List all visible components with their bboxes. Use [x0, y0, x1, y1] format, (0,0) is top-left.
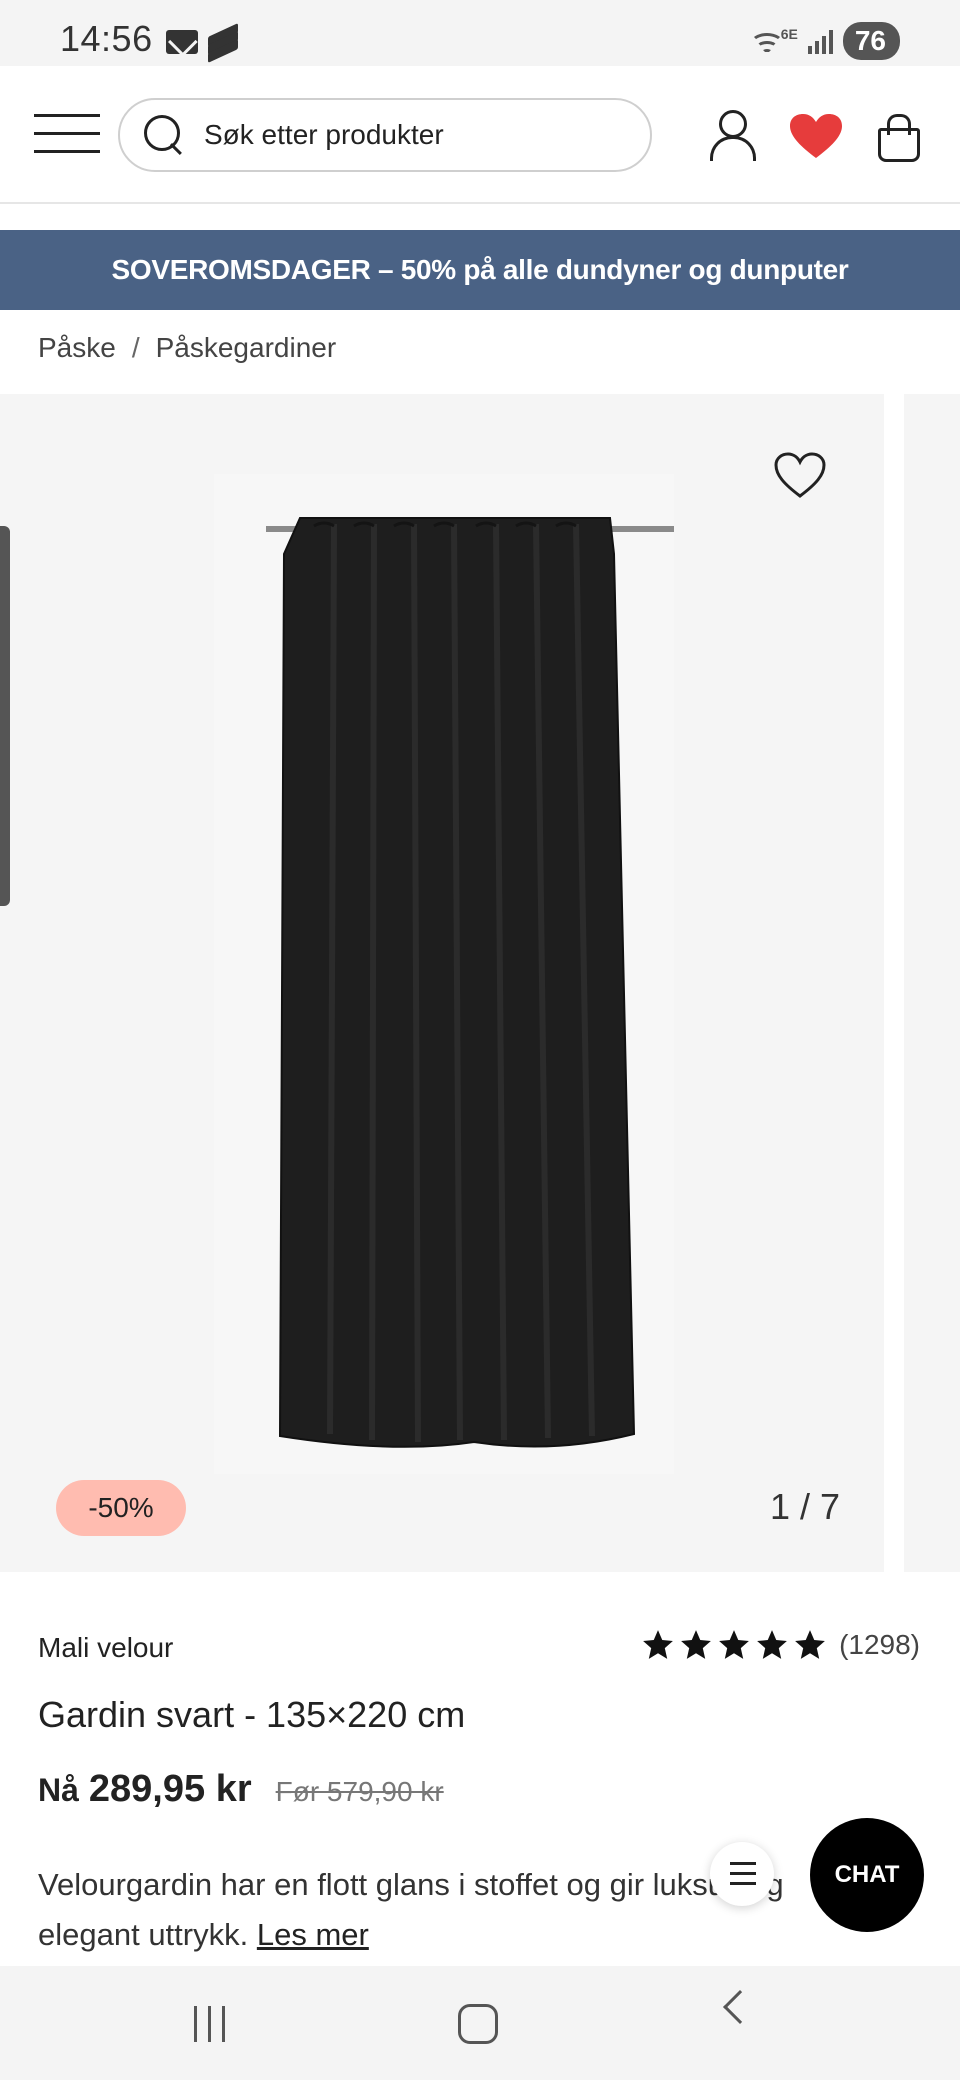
- shopping-bag-icon[interactable]: [876, 110, 920, 162]
- stack-icon: [206, 23, 240, 63]
- star-icon: [795, 1630, 825, 1659]
- product-image[interactable]: [214, 474, 674, 1474]
- heart-icon[interactable]: [790, 114, 842, 160]
- search-placeholder: Søk etter produkter: [204, 119, 444, 150]
- discount-badge: -50%: [56, 1480, 186, 1536]
- star-icon: [643, 1630, 673, 1659]
- chat-label: CHAT: [834, 1861, 900, 1888]
- system-nav-bar: [0, 1966, 960, 2080]
- star-icon: [757, 1630, 787, 1659]
- menu-icon[interactable]: [34, 114, 100, 154]
- product-brand[interactable]: Mali velour: [38, 1632, 173, 1664]
- status-indicators: 6E 76: [749, 22, 900, 60]
- promo-banner[interactable]: SOVEROMSDAGER – 50% på alle dundyner og …: [0, 230, 960, 310]
- price-now: 289,95 kr: [88, 1768, 252, 1810]
- read-more-link[interactable]: Les mer: [257, 1917, 369, 1952]
- star-icon: [681, 1630, 711, 1659]
- chat-button[interactable]: CHAT: [810, 1818, 924, 1932]
- gallery-scroll-handle[interactable]: [0, 526, 10, 906]
- breadcrumb-separator: /: [131, 332, 140, 363]
- search-icon: [142, 113, 186, 157]
- image-counter: 1 / 7: [769, 1486, 840, 1527]
- product-rating[interactable]: (1298): [641, 1628, 920, 1662]
- review-count: (1298): [839, 1629, 920, 1660]
- battery-indicator: 76: [842, 22, 900, 60]
- site-header: Søk etter produkter: [0, 66, 960, 204]
- signal-icon: [807, 28, 833, 54]
- menu-fab-button[interactable]: [710, 1842, 774, 1906]
- star-icon: [719, 1630, 749, 1659]
- favorite-heart-icon[interactable]: [774, 452, 826, 500]
- user-icon[interactable]: [708, 110, 756, 161]
- recent-apps-icon[interactable]: [190, 2006, 230, 2042]
- promo-text: SOVEROMSDAGER – 50% på alle dundyner og …: [111, 254, 849, 285]
- battery-level: 76: [854, 25, 886, 56]
- breadcrumb: Påske / Påskegardiner: [38, 332, 336, 364]
- back-icon[interactable]: [723, 1990, 757, 2024]
- price-before: Før 579,90 kr: [275, 1776, 444, 1807]
- status-bar: 14:56 6E 76: [0, 0, 960, 66]
- home-icon[interactable]: [458, 2004, 498, 2044]
- description-text: Velourgardin har en flott glans i stoffe…: [38, 1867, 784, 1952]
- mail-icon: [166, 30, 198, 54]
- wifi-icon: [749, 27, 785, 55]
- breadcrumb-item[interactable]: Påskegardiner: [156, 332, 337, 364]
- price-now-label: Nå: [38, 1772, 79, 1808]
- product-title: Gardin svart - 135×220 cm: [38, 1694, 466, 1735]
- status-time: 14:56: [60, 18, 153, 59]
- gallery-next-slide[interactable]: [904, 394, 960, 1572]
- search-input[interactable]: Søk etter produkter: [118, 98, 652, 172]
- price-row: Nå 289,95 kr Før 579,90 kr: [38, 1768, 444, 1811]
- breadcrumb-item[interactable]: Påske: [38, 332, 116, 364]
